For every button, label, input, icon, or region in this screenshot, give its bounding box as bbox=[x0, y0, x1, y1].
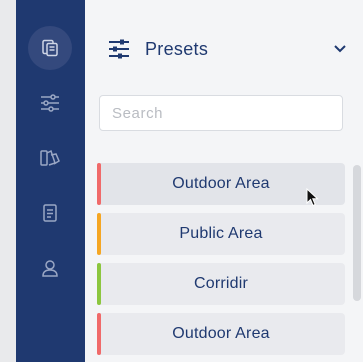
outer-strip bbox=[0, 0, 16, 362]
panel-header: Presets bbox=[85, 22, 363, 76]
list-item[interactable]: Outdoor Area bbox=[97, 163, 345, 205]
preset-label: Public Area bbox=[179, 225, 263, 242]
copy-icon bbox=[42, 39, 58, 57]
sidebar-item-settings[interactable] bbox=[28, 81, 72, 125]
color-indicator bbox=[97, 163, 101, 205]
app-window: Presets Outdoor Area Public Area Corridi… bbox=[0, 0, 363, 362]
preset-label: Corridir bbox=[193, 275, 249, 292]
sidebar-item-swatches[interactable] bbox=[28, 136, 72, 180]
swatches-icon bbox=[40, 149, 60, 166]
user-icon bbox=[42, 260, 58, 277]
sliders-icon bbox=[109, 39, 129, 59]
sidebar-item-copy[interactable] bbox=[28, 26, 72, 70]
list-item[interactable]: Public Area bbox=[97, 213, 345, 255]
list-item[interactable]: Outdoor Area bbox=[97, 313, 345, 355]
preset-list: Outdoor Area Public Area Corridir Outdoo… bbox=[97, 163, 345, 362]
document-icon bbox=[43, 204, 57, 222]
page-title: Presets bbox=[145, 39, 209, 59]
sidebar-item-user[interactable] bbox=[28, 246, 72, 290]
sidebar bbox=[16, 0, 85, 362]
color-indicator bbox=[97, 263, 101, 305]
search-input[interactable] bbox=[99, 95, 343, 131]
color-indicator bbox=[97, 313, 101, 355]
preset-label: Outdoor Area bbox=[172, 325, 270, 342]
sidebar-item-documents[interactable] bbox=[28, 191, 72, 235]
preset-label: Outdoor Area bbox=[172, 175, 270, 192]
scrollbar[interactable] bbox=[353, 165, 361, 301]
sliders-icon bbox=[41, 94, 59, 112]
presets-panel: Presets Outdoor Area Public Area Corridi… bbox=[85, 0, 363, 362]
color-indicator bbox=[97, 213, 101, 255]
chevron-down-icon[interactable] bbox=[331, 40, 349, 58]
list-item[interactable]: Corridir bbox=[97, 263, 345, 305]
